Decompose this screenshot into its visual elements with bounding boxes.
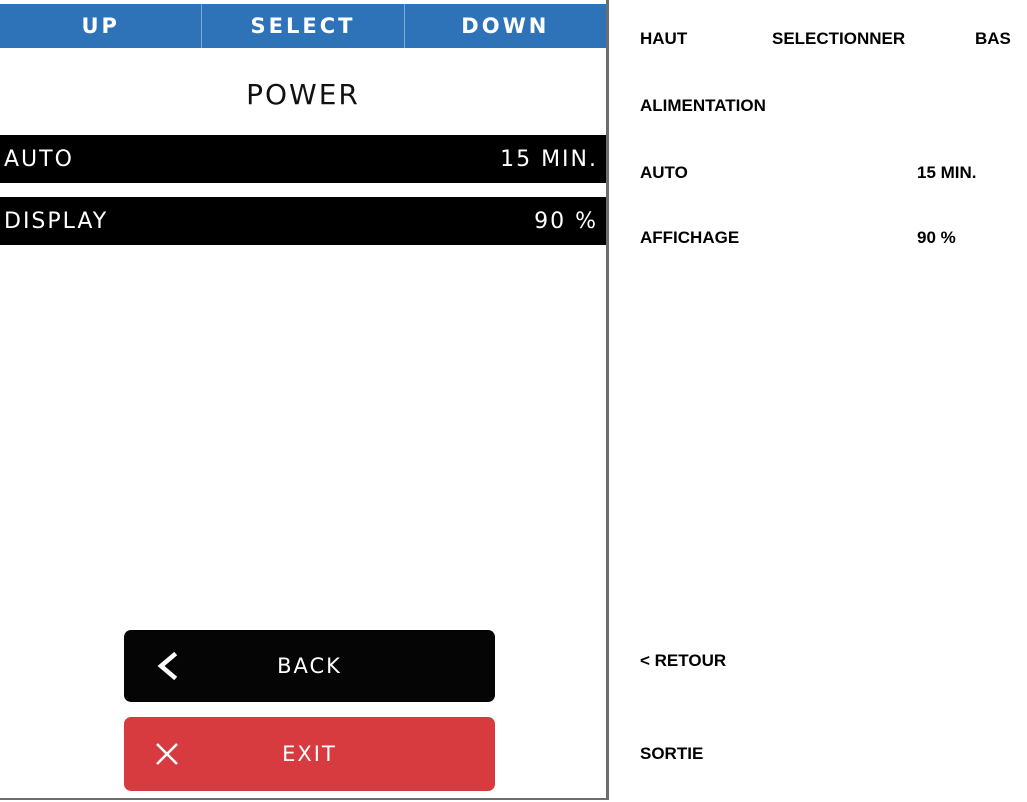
translation-exit: SORTIE xyxy=(640,744,704,763)
up-button[interactable]: UP xyxy=(0,4,203,48)
nav-bar: UP SELECT DOWN xyxy=(0,4,606,48)
setting-label: AUTO xyxy=(4,146,74,172)
exit-label: EXIT xyxy=(282,742,337,766)
down-button[interactable]: DOWN xyxy=(405,4,606,48)
setting-label: DISPLAY xyxy=(4,208,109,234)
translation-title: ALIMENTATION xyxy=(640,96,766,115)
translation-setting-label: AFFICHAGE xyxy=(640,228,740,247)
translation-setting-label: AUTO xyxy=(640,163,688,182)
select-button[interactable]: SELECT xyxy=(202,4,405,48)
device-screen: UP SELECT DOWN POWER AUTO 15 MIN. DISPLA… xyxy=(0,0,609,800)
translation-setting-value: 15 MIN. xyxy=(917,163,977,182)
translation-up: HAUT xyxy=(640,29,688,48)
setting-row-auto[interactable]: AUTO 15 MIN. xyxy=(0,135,606,183)
translation-setting-value: 90 % xyxy=(917,228,956,247)
setting-row-display[interactable]: DISPLAY 90 % xyxy=(0,197,606,245)
page-title: POWER xyxy=(246,78,360,111)
back-button[interactable]: BACK xyxy=(124,630,495,702)
translation-select: SELECTIONNER xyxy=(772,29,906,48)
setting-value: 15 MIN. xyxy=(500,146,598,172)
exit-button[interactable]: EXIT xyxy=(124,717,495,791)
setting-value: 90 % xyxy=(534,208,598,234)
translation-back: < RETOUR xyxy=(640,651,727,670)
translation-down: BAS xyxy=(975,29,1011,48)
back-label: BACK xyxy=(277,654,342,678)
